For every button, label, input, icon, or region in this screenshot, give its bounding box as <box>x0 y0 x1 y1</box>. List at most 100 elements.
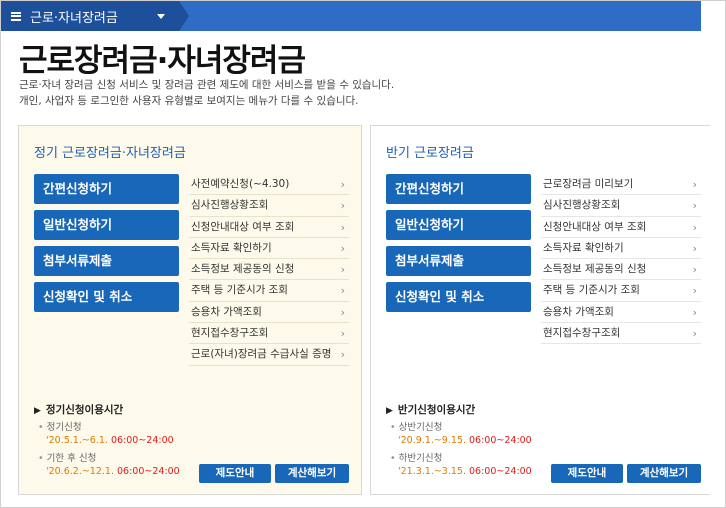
link-label: 소득자료 확인하기 <box>191 241 272 254</box>
list-item[interactable]: 소득정보 제공동의 신청 › <box>189 259 349 281</box>
service-link-list: 사전예약신청(~4.30) › 심사진행상황조회 › 신청안내대상 여부 조회 › 소… <box>189 174 349 366</box>
chevron-right-icon: › <box>340 220 345 234</box>
hours-list: 정기신청 '20.5.1.~6.1. 06:00~24:00 기한 후 신청 '… <box>38 421 180 483</box>
chevron-right-icon: › <box>692 263 697 277</box>
link-label: 소득정보 제공동의 신청 <box>191 263 295 276</box>
list-item[interactable]: 근로(자녀)장려금 수급사실 증명 › <box>189 344 349 366</box>
list-item[interactable]: 신청안내대상 여부 조회 › <box>189 217 349 238</box>
list-item[interactable]: 승용차 가액조회 › <box>541 302 701 324</box>
chevron-right-icon: › <box>340 199 345 213</box>
panel-title: 반기 근로장려금 <box>386 146 474 161</box>
list-item[interactable]: 사전예약신청(~4.30) › <box>189 174 349 196</box>
link-label: 승용차 가액조회 <box>191 305 262 318</box>
submit-documents-button[interactable]: 첨부서류제출 <box>34 246 179 276</box>
chevron-right-icon: › <box>340 327 345 341</box>
hamburger-icon[interactable] <box>11 11 21 21</box>
hours-label: 기한 후 신청 <box>38 452 180 465</box>
list-item[interactable]: 신청안내대상 여부 조회 › <box>541 217 701 238</box>
link-label: 주택 등 기준시가 조회 <box>191 284 288 297</box>
link-label: 주택 등 기준시가 조회 <box>543 284 640 297</box>
chevron-right-icon: › <box>692 284 697 298</box>
list-item[interactable]: 승용차 가액조회 › <box>189 302 349 324</box>
chevron-right-icon: › <box>340 348 345 362</box>
general-apply-button[interactable]: 일반신청하기 <box>34 210 179 240</box>
hours-value: '21.3.1.~3.15. 06:00~24:00 <box>398 465 532 478</box>
hours-date: '21.3.1.~3.15. <box>398 466 466 477</box>
triangle-right-icon: ▶ <box>386 406 393 416</box>
link-label: 신청안내대상 여부 조회 <box>191 220 295 233</box>
caret-down-icon[interactable] <box>157 13 165 19</box>
calculate-button[interactable]: 계산해보기 <box>275 464 349 483</box>
list-item[interactable]: 소득정보 제공동의 신청 › <box>541 259 701 281</box>
list-item[interactable]: 심사진행상황조회 › <box>189 195 349 217</box>
link-label: 근로(자녀)장려금 수급사실 증명 <box>191 348 332 361</box>
chevron-right-icon: › <box>340 241 345 255</box>
hours-list: 상반기신청 '20.9.1.~9.15. 06:00~24:00 하반기신청 '… <box>390 421 532 483</box>
hours-label: 하반기신청 <box>390 452 532 465</box>
hours-date: '20.5.1.~6.1. <box>46 435 108 446</box>
check-cancel-button[interactable]: 신청확인 및 취소 <box>386 282 531 312</box>
service-link-list: 근로장려금 미리보기 › 심사진행상황조회 › 신청안내대상 여부 조회 › 소득자료… <box>541 174 701 345</box>
submit-documents-button[interactable]: 첨부서류제출 <box>386 246 531 276</box>
list-item[interactable]: 심사진행상황조회 › <box>541 195 701 217</box>
hours-value: '20.6.2.~12.1. 06:00~24:00 <box>46 465 180 478</box>
chevron-right-icon: › <box>692 220 697 234</box>
system-guide-button[interactable]: 제도안내 <box>199 464 271 483</box>
breadcrumb-label: 근로·자녀장려금 <box>30 10 118 26</box>
link-label: 현지접수창구조회 <box>191 327 269 340</box>
hours-date: '20.6.2.~12.1. <box>46 466 114 477</box>
hours-time: 06:00~24:00 <box>110 435 174 446</box>
list-item[interactable]: 소득자료 확인하기 › <box>541 238 701 260</box>
hours-value: '20.9.1.~9.15. 06:00~24:00 <box>398 434 532 447</box>
easy-apply-button[interactable]: 간편신청하기 <box>386 174 531 204</box>
list-item[interactable]: 주택 등 기준시가 조회 › <box>189 280 349 302</box>
chevron-right-icon: › <box>692 199 697 213</box>
half-year-incentive-panel: 반기 근로장려금 간편신청하기 일반신청하기 첨부서류제출 신청확인 및 취소 … <box>370 125 710 495</box>
chevron-right-icon: › <box>340 263 345 277</box>
hours-heading: ▶ 반기신청이용시간 <box>386 402 475 417</box>
chevron-right-icon: › <box>340 305 345 319</box>
chevron-right-icon: › <box>692 178 697 191</box>
chevron-right-icon: › <box>340 178 345 191</box>
chevron-right-icon: › <box>340 284 345 298</box>
link-label: 소득정보 제공동의 신청 <box>543 263 647 276</box>
triangle-right-icon: ▶ <box>34 406 41 416</box>
system-guide-button[interactable]: 제도안내 <box>551 464 623 483</box>
chevron-right-icon: › <box>692 241 697 255</box>
link-label: 근로장려금 미리보기 <box>543 178 634 190</box>
list-item[interactable]: 현지접수창구조회 › <box>541 323 701 345</box>
breadcrumb-dropdown[interactable]: 근로·자녀장려금 <box>1 1 189 31</box>
link-label: 승용차 가액조회 <box>543 305 614 318</box>
description-line: 개인, 사업자 등 로그인한 사용자 유형별로 보여지는 메뉴가 다를 수 있습… <box>19 95 359 107</box>
check-cancel-button[interactable]: 신청확인 및 취소 <box>34 282 179 312</box>
page-title: 근로장려금·자녀장려금 <box>19 43 306 79</box>
hours-label: 상반기신청 <box>390 421 532 434</box>
link-label: 소득자료 확인하기 <box>543 241 624 254</box>
list-item[interactable]: 근로장려금 미리보기 › <box>541 174 701 196</box>
action-buttons: 간편신청하기 일반신청하기 첨부서류제출 신청확인 및 취소 <box>386 174 531 318</box>
chevron-right-icon: › <box>692 305 697 319</box>
calculate-button[interactable]: 계산해보기 <box>627 464 701 483</box>
hours-time: 06:00~24:00 <box>117 466 180 477</box>
top-nav-bar: 근로·자녀장려금 <box>1 1 701 31</box>
page-description: 근로·자녀 장려금 신청 서비스 및 장려금 관련 제도에 대한 서비스를 받을… <box>19 77 394 109</box>
easy-apply-button[interactable]: 간편신청하기 <box>34 174 179 204</box>
hours-time: 06:00~24:00 <box>469 435 532 446</box>
list-item[interactable]: 주택 등 기준시가 조회 › <box>541 280 701 302</box>
list-item[interactable]: 소득자료 확인하기 › <box>189 238 349 260</box>
regular-incentive-panel: 정기 근로장려금·자녀장려금 간편신청하기 일반신청하기 첨부서류제출 신청확인… <box>18 125 362 495</box>
link-label: 심사진행상황조회 <box>191 199 269 212</box>
link-label: 사전예약신청(~4.30) <box>191 178 290 190</box>
page-frame: 근로·자녀장려금 근로장려금·자녀장려금 근로·자녀 장려금 신청 서비스 및 … <box>0 0 726 508</box>
hours-label: 정기신청 <box>38 421 180 434</box>
link-label: 심사진행상황조회 <box>543 199 621 212</box>
list-item[interactable]: 현지접수창구조회 › <box>189 323 349 345</box>
link-label: 현지접수창구조회 <box>543 327 621 340</box>
action-buttons: 간편신청하기 일반신청하기 첨부서류제출 신청확인 및 취소 <box>34 174 179 318</box>
hours-date: '20.9.1.~9.15. <box>398 435 466 446</box>
chevron-right-icon: › <box>692 327 697 341</box>
hours-time: 06:00~24:00 <box>469 466 532 477</box>
hours-value: '20.5.1.~6.1. 06:00~24:00 <box>46 434 180 447</box>
general-apply-button[interactable]: 일반신청하기 <box>386 210 531 240</box>
hours-heading: ▶ 정기신청이용시간 <box>34 402 123 417</box>
